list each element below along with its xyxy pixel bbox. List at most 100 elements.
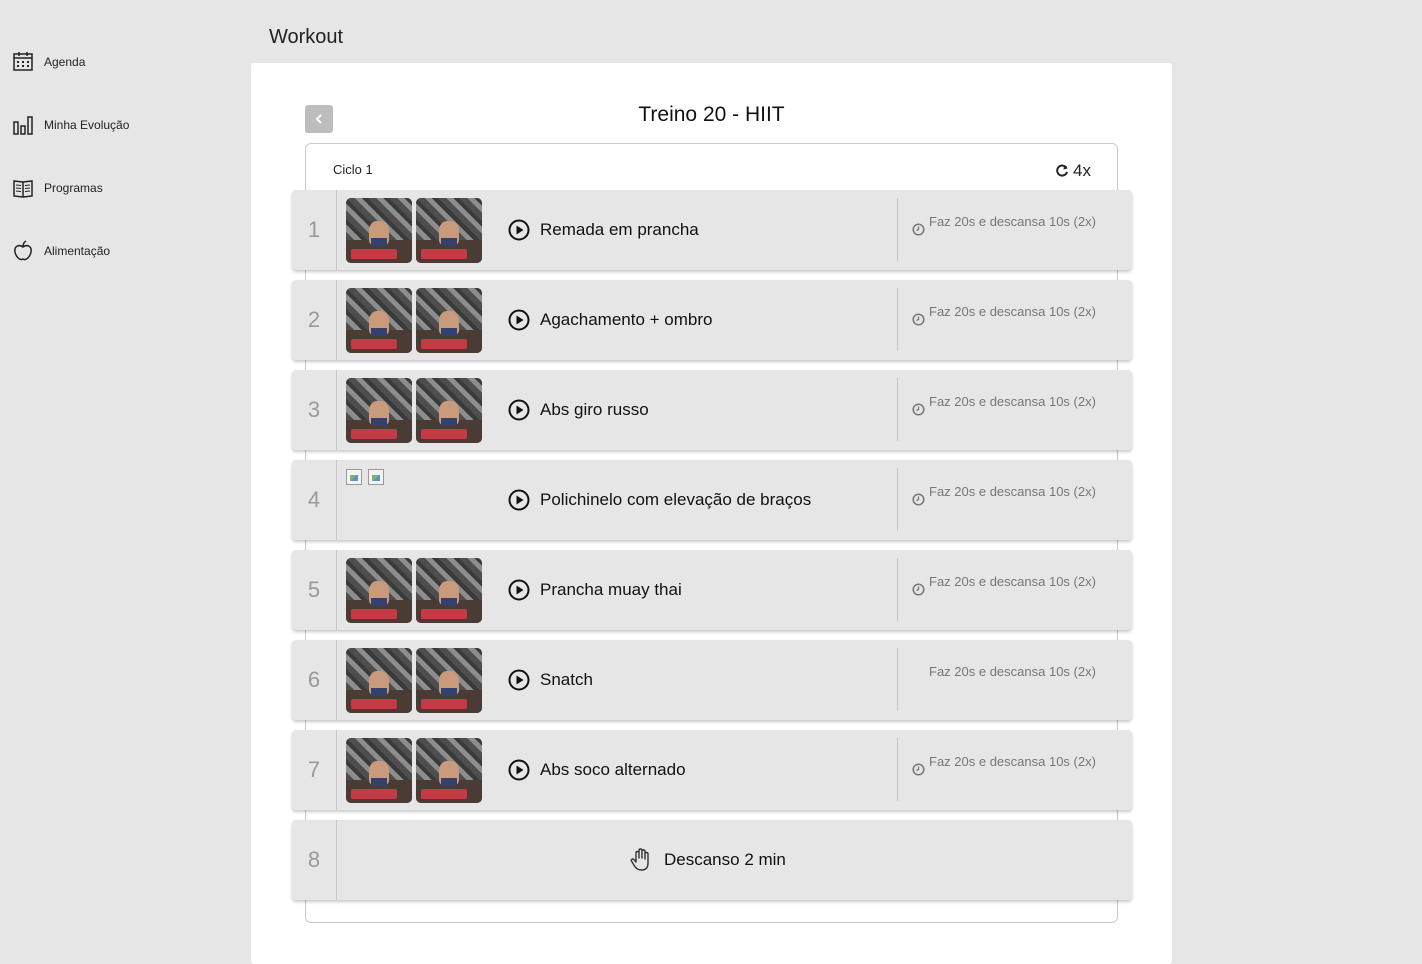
exercise-timing: Faz 20s e descansa 10s (2x): [912, 304, 1102, 326]
sidebar-item-label: Programas: [44, 181, 103, 195]
exercise-name[interactable]: Prancha muay thai: [508, 579, 682, 601]
exercise-number: 6: [292, 640, 337, 720]
exercise-name-text: Agachamento + ombro: [540, 310, 713, 329]
exercise-thumbnail: [416, 738, 482, 803]
exercise-row[interactable]: 5 Prancha muay thai Faz 20s e descansa 1…: [292, 550, 1132, 630]
play-icon[interactable]: [508, 759, 530, 781]
exercise-row[interactable]: 1 Remada em prancha Faz 20s e descansa 1…: [292, 190, 1132, 270]
rest-label: Descanso 2 min: [628, 847, 786, 873]
play-icon[interactable]: [508, 219, 530, 241]
exercise-timing-text: Faz 20s e descansa 10s (2x): [929, 484, 1096, 499]
sidebar-item-alimentacao[interactable]: Alimentação: [12, 239, 110, 263]
sidebar-item-programas[interactable]: Programas: [12, 176, 103, 200]
exercise-row[interactable]: 4 Polichinelo com elevação de braços Faz…: [292, 460, 1132, 540]
divider: [897, 648, 898, 711]
play-icon[interactable]: [508, 399, 530, 421]
exercise-name[interactable]: Abs soco alternado: [508, 759, 686, 781]
exercise-timing-text: Faz 20s e descansa 10s (2x): [929, 574, 1096, 589]
exercise-row[interactable]: 2 Agachamento + ombro Faz 20s e descansa…: [292, 280, 1132, 360]
clock-icon: [912, 313, 925, 326]
divider: [897, 468, 898, 531]
clock-icon: [912, 763, 925, 776]
sidebar: Agenda Minha Evolução Programas Alimenta…: [0, 0, 250, 964]
exercise-name-text: Snatch: [540, 670, 593, 689]
exercise-name-text: Abs soco alternado: [540, 760, 686, 779]
exercise-timing-text: Faz 20s e descansa 10s (2x): [929, 394, 1096, 409]
play-icon[interactable]: [508, 309, 530, 331]
exercise-timing: Faz 20s e descansa 10s (2x): [912, 754, 1102, 776]
page-title: Workout: [269, 26, 344, 48]
workout-panel: Treino 20 - HIIT Ciclo 1 4x 1 Remada em …: [251, 63, 1172, 964]
exercise-name[interactable]: Remada em prancha: [508, 219, 699, 241]
sidebar-item-label: Alimentação: [44, 244, 111, 258]
exercise-name[interactable]: Abs giro russo: [508, 399, 649, 421]
exercise-number: 1: [292, 190, 337, 270]
broken-image-icon: [368, 469, 384, 485]
exercise-timing: Faz 20s e descansa 10s (2x): [912, 664, 1102, 680]
exercise-timing-text: Faz 20s e descansa 10s (2x): [929, 664, 1096, 679]
exercise-timing-text: Faz 20s e descansa 10s (2x): [929, 214, 1096, 229]
exercise-timing: Faz 20s e descansa 10s (2x): [912, 214, 1102, 236]
divider: [897, 558, 898, 621]
divider: [897, 738, 898, 801]
sidebar-item-minha-evolucao[interactable]: Minha Evolução: [12, 113, 129, 137]
exercise-name-text: Prancha muay thai: [540, 580, 682, 599]
exercise-number: 4: [292, 460, 337, 540]
exercise-name[interactable]: Polichinelo com elevação de braços: [508, 489, 811, 511]
exercise-thumbnail: [416, 648, 482, 713]
exercise-row[interactable]: 3 Abs giro russo Faz 20s e descansa 10s …: [292, 370, 1132, 450]
divider: [897, 378, 898, 441]
exercise-thumbnail: [416, 558, 482, 623]
exercise-number: 7: [292, 730, 337, 810]
exercise-name[interactable]: Agachamento + ombro: [508, 309, 712, 331]
clock-icon: [912, 403, 925, 416]
repeat-icon: [1056, 164, 1068, 177]
clock-icon: [912, 493, 925, 506]
exercise-timing: Faz 20s e descansa 10s (2x): [912, 394, 1102, 416]
exercise-number: 8: [292, 820, 337, 900]
clock-icon: [912, 583, 925, 596]
broken-image-icon: [346, 469, 362, 485]
divider: [897, 198, 898, 261]
exercise-name-text: Abs giro russo: [540, 400, 649, 419]
sidebar-item-agenda[interactable]: Agenda: [12, 50, 85, 74]
exercise-thumbnail: [346, 648, 412, 713]
exercise-thumbnail: [416, 198, 482, 263]
exercise-row[interactable]: 6 Snatch Faz 20s e descansa 10s (2x): [292, 640, 1132, 720]
cycle-repeat-count: 4x: [1073, 161, 1091, 180]
cycle-repeat: 4x: [1055, 161, 1091, 181]
exercise-number: 3: [292, 370, 337, 450]
exercise-timing-text: Faz 20s e descansa 10s (2x): [929, 754, 1096, 769]
bar-chart-icon: [13, 116, 33, 135]
exercise-row[interactable]: 7 Abs soco alternado Faz 20s e descansa …: [292, 730, 1132, 810]
cycle-box: Ciclo 1 4x 1 Remada em prancha Faz 20s e…: [292, 143, 1132, 923]
exercise-name-text: Polichinelo com elevação de braços: [540, 490, 812, 509]
sidebar-item-label: Agenda: [44, 55, 86, 69]
play-icon[interactable]: [508, 669, 530, 691]
exercise-timing: Faz 20s e descansa 10s (2x): [912, 484, 1102, 506]
play-icon[interactable]: [508, 489, 530, 511]
exercise-name[interactable]: Snatch: [508, 669, 593, 691]
exercise-number: 5: [292, 550, 337, 630]
book-icon: [13, 180, 33, 198]
exercise-name-text: Remada em prancha: [540, 220, 699, 239]
clock-icon: [912, 223, 925, 236]
play-icon[interactable]: [508, 579, 530, 601]
calendar-icon: [13, 52, 33, 71]
exercise-thumbnail: [416, 378, 482, 443]
exercise-thumbnail: [416, 288, 482, 353]
exercise-thumbnail: [346, 288, 412, 353]
exercise-timing: Faz 20s e descansa 10s (2x): [912, 574, 1102, 596]
exercise-thumbnail: [346, 738, 412, 803]
exercise-list: 1 Remada em prancha Faz 20s e descansa 1…: [292, 190, 1132, 910]
exercise-number: 2: [292, 280, 337, 360]
workout-title: Treino 20 - HIIT: [638, 103, 785, 126]
exercise-timing-text: Faz 20s e descansa 10s (2x): [929, 304, 1096, 319]
apple-icon: [14, 240, 32, 261]
rest-label-text: Descanso 2 min: [664, 850, 786, 869]
exercise-thumbnail: [346, 558, 412, 623]
exercise-thumbnail: [346, 378, 412, 443]
sidebar-item-label: Minha Evolução: [44, 118, 130, 132]
cycle-label: Ciclo 1: [333, 162, 373, 177]
rest-row: 8 Descanso 2 min: [292, 820, 1132, 900]
